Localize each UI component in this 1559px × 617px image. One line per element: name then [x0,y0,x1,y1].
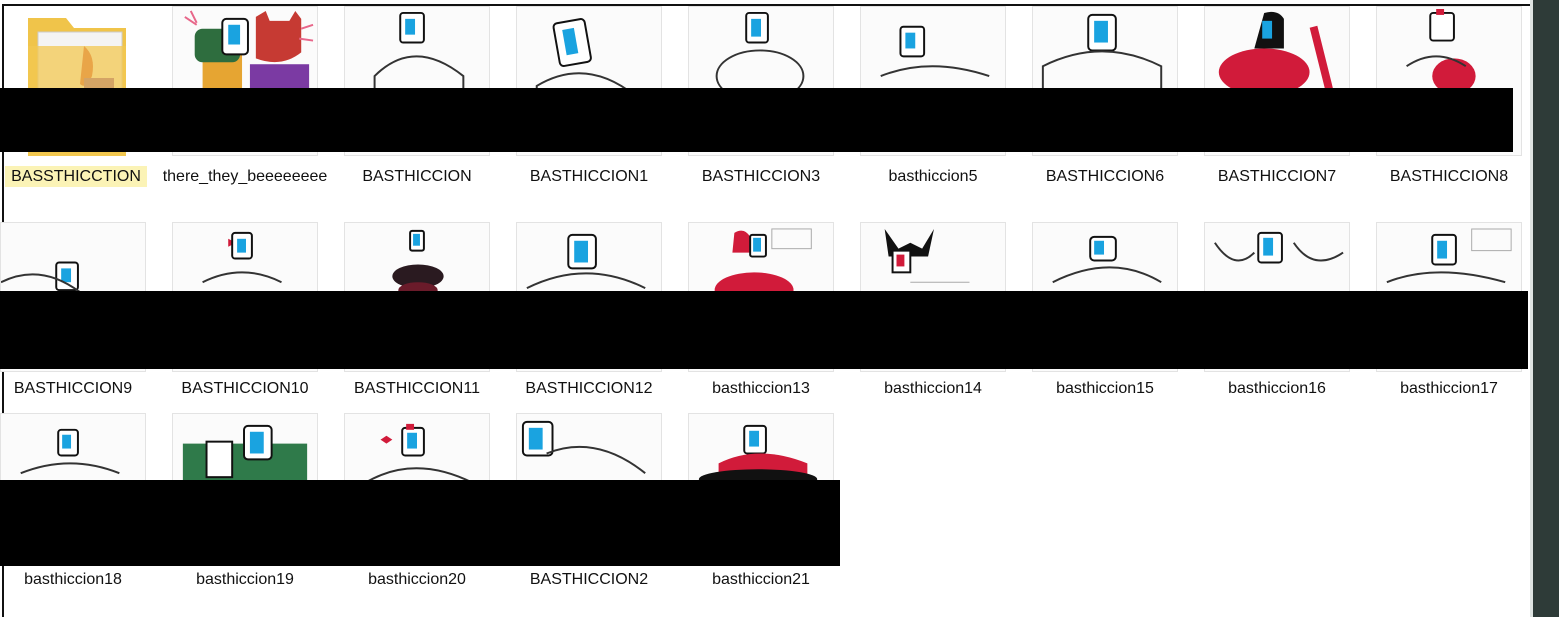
redaction-bar [0,88,1513,152]
redaction-bar [0,291,1528,369]
file-label: BASTHICCION2 [529,571,649,588]
file-label: there_they_beeeeeeee [162,168,328,185]
file-label: BASTHICCION [362,168,472,185]
file-label: basthiccion5 [888,168,978,185]
file-label: BASTHICCION11 [354,380,480,397]
file-label: BASTHICCION12 [525,380,653,397]
file-label: BASTHICCION10 [181,380,309,397]
file-label: basthiccion15 [1056,380,1154,397]
file-label: BASTHICCION9 [13,380,133,397]
file-label: basthiccion14 [884,380,982,397]
file-label: BASTHICCION8 [1389,168,1509,185]
file-label: BASTHICCION7 [1217,168,1337,185]
file-label: BASTHICCION6 [1045,168,1165,185]
file-label: BASTHICCION1 [529,168,649,185]
file-label: basthiccion17 [1400,380,1498,397]
file-label: basthiccion16 [1228,380,1326,397]
file-label: basthiccion13 [712,380,810,397]
file-label: BASSTHICCTION [5,166,147,187]
desktop-edge [1530,0,1559,617]
redaction-bar [0,480,840,566]
file-label: basthiccion18 [24,571,122,588]
file-label: BASTHICCION3 [701,168,821,185]
file-label: basthiccion20 [368,571,466,588]
file-label: basthiccion19 [196,571,294,588]
file-label: basthiccion21 [712,571,810,588]
